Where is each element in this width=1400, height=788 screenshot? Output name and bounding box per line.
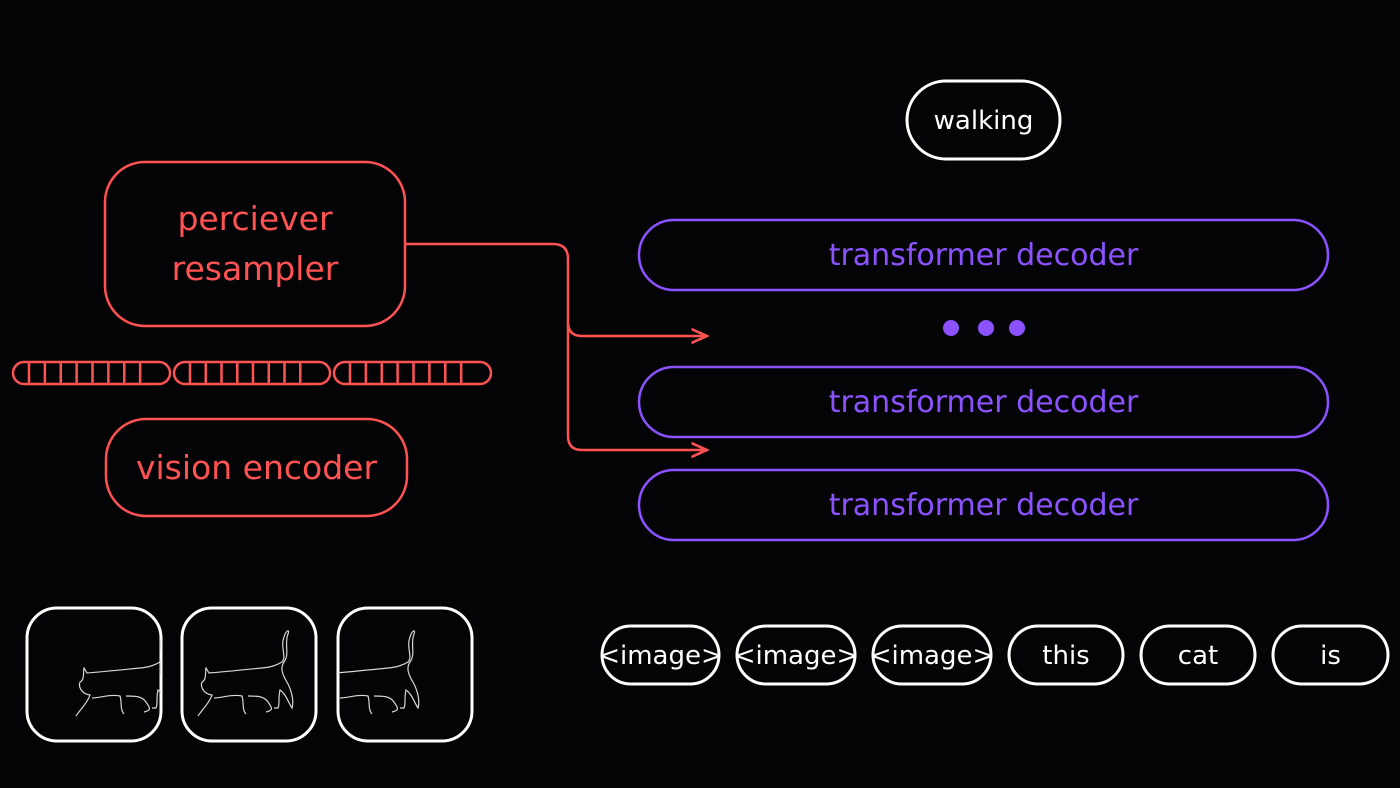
output-token-walking: walking	[905, 79, 1062, 161]
visual-token-strip-1	[11, 360, 172, 386]
visual-token-strip-3	[332, 360, 493, 386]
walking-cat-icon	[75, 630, 161, 717]
image-frame-1	[25, 606, 163, 743]
visual-token-strip-2	[172, 360, 332, 386]
input-token-4: cat	[1139, 624, 1257, 686]
input-token-2: <image>	[870, 624, 995, 686]
input-token-1: <image>	[734, 624, 859, 686]
flamingo-architecture-diagram: walking perciever resampler vision encod…	[11, 79, 1390, 743]
vision-encoder-label: vision encoder	[136, 448, 377, 487]
decoder-label: transformer decoder	[829, 238, 1139, 273]
image-frame-3	[336, 606, 474, 743]
decoder-label: transformer decoder	[829, 385, 1139, 420]
decoder-label: transformer decoder	[829, 488, 1139, 523]
token-label: cat	[1178, 641, 1218, 671]
cross-attention-arrow-lower	[566, 322, 707, 450]
vision-encoder-box: vision encoder	[104, 417, 409, 518]
token-label: <image>	[598, 641, 723, 671]
transformer-decoder-bottom: transformer decoder	[637, 468, 1330, 542]
visual-token-strips	[11, 360, 493, 386]
perceiver-label-line2: resampler	[172, 249, 339, 288]
input-token-5: is	[1271, 624, 1390, 686]
token-label: <image>	[870, 641, 995, 671]
walking-cat-icon	[197, 630, 294, 717]
token-label: this	[1042, 641, 1089, 671]
output-token-label: walking	[934, 106, 1034, 136]
transformer-decoder-top: transformer decoder	[637, 218, 1330, 292]
perceiver-resampler-box: perciever resampler	[103, 160, 407, 328]
token-label: <image>	[734, 641, 859, 671]
token-label: is	[1320, 641, 1341, 671]
ellipsis-dots	[943, 320, 1025, 336]
cross-attention-arrow-upper	[405, 242, 707, 336]
image-frame-2	[180, 606, 318, 743]
input-token-0: <image>	[598, 624, 723, 686]
transformer-decoder-middle: transformer decoder	[637, 365, 1330, 439]
perceiver-label-line1: perciever	[177, 199, 333, 238]
input-token-3: this	[1007, 624, 1125, 686]
